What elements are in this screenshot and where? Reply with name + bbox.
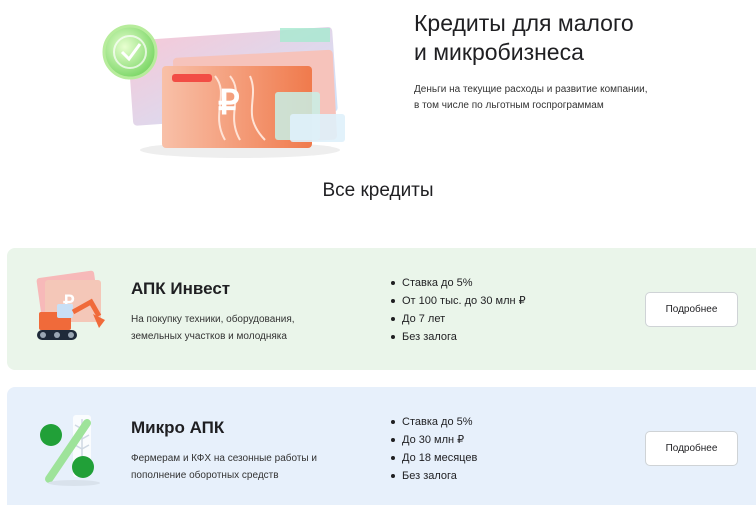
card-title: АПК Инвест	[131, 279, 231, 298]
card-description-line-1: На покупку техники, оборудования,	[131, 314, 295, 325]
page-subtitle: Деньги на текущие расходы и развитие ком…	[414, 82, 714, 114]
page-title: Кредиты для малого и микробизнеса	[414, 9, 734, 67]
feature-collateral: Без залога	[390, 467, 477, 485]
excavator-banknote-icon: ₽	[29, 268, 111, 348]
feature-term: До 7 лет	[390, 310, 526, 328]
card-description-line-1: Фермерам и КФХ на сезонные работы и	[131, 453, 317, 464]
card-description: На покупку техники, оборудования, земель…	[131, 311, 331, 345]
details-button[interactable]: Подробнее	[645, 292, 738, 327]
feature-collateral: Без залога	[390, 328, 526, 346]
loan-card-apk-invest: ₽ АПК Инвест На покупку техники, оборудо…	[7, 248, 756, 370]
loan-card-mikro-apk: Микро АПК Фермерам и КФХ на сезонные раб…	[7, 387, 756, 505]
page-title-line-1: Кредиты для малого	[414, 10, 634, 36]
feature-rate: Ставка до 5%	[390, 413, 477, 431]
card-description-line-2: земельных участков и молодняка	[131, 331, 287, 342]
card-description-line-2: пополнение оборотных средств	[131, 470, 279, 481]
feature-rate: Ставка до 5%	[390, 274, 526, 292]
page-subtitle-line-1: Деньги на текущие расходы и развитие ком…	[414, 84, 648, 95]
card-title: Микро АПК	[131, 418, 225, 437]
feature-amount: До 30 млн ₽	[390, 431, 477, 449]
page-subtitle-line-2: в том числе по льготным госпрограммам	[414, 100, 604, 111]
card-description: Фермерам и КФХ на сезонные работы и попо…	[131, 450, 331, 484]
details-button[interactable]: Подробнее	[645, 431, 738, 466]
svg-text:₽: ₽	[218, 84, 240, 122]
card-features-list: Ставка до 5% До 30 млн ₽ До 18 месяцев Б…	[390, 413, 477, 485]
feature-amount: От 100 тыс. до 30 млн ₽	[390, 292, 526, 310]
card-features-list: Ставка до 5% От 100 тыс. до 30 млн ₽ До …	[390, 274, 526, 346]
page-title-line-2: и микробизнеса	[414, 39, 584, 65]
percent-wheat-icon	[29, 407, 111, 487]
feature-term: До 18 месяцев	[390, 449, 477, 467]
section-title: Все кредиты	[322, 180, 434, 201]
hero-banknote-illustration: ₽	[100, 14, 355, 164]
